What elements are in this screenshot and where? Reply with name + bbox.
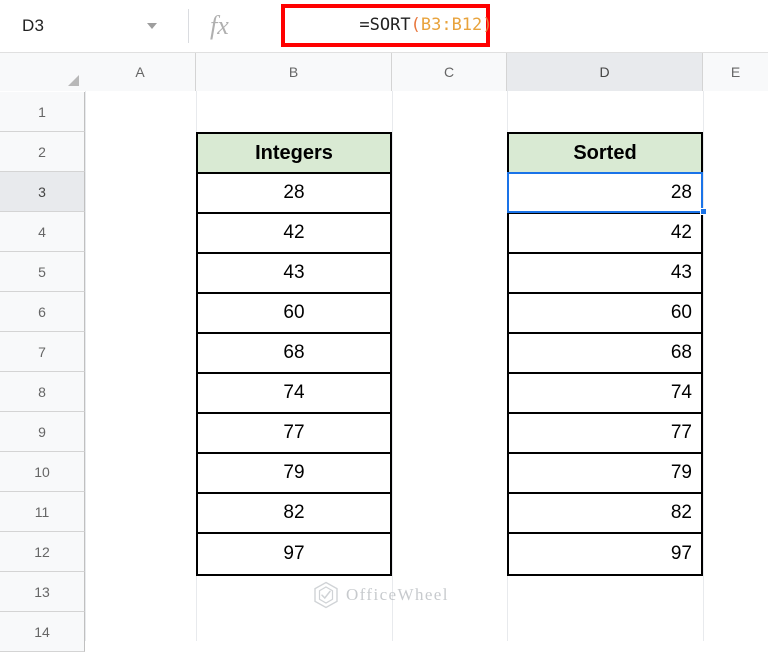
table-row[interactable]: 42	[509, 214, 701, 254]
grid-vline	[703, 91, 704, 641]
name-box[interactable]: D3	[0, 0, 180, 52]
row-header-5[interactable]: 5	[0, 252, 85, 292]
formula-token-range: B3:B12	[420, 15, 483, 35]
column-header-b[interactable]: B	[196, 53, 392, 91]
table-row[interactable]: 82	[509, 494, 701, 534]
table-row[interactable]: 28	[198, 174, 390, 214]
column-header-c[interactable]: C	[392, 53, 507, 91]
table-row[interactable]: 28	[509, 174, 701, 214]
formula-input[interactable]: =SORT(B3:B12)	[298, 0, 493, 51]
table-row[interactable]: 43	[198, 254, 390, 294]
integers-table: Integers 28 42 43 60 68 74 77 79 82 97	[196, 132, 392, 576]
formula-token-open-paren: (	[410, 15, 421, 35]
table-row[interactable]: 77	[198, 414, 390, 454]
select-all-corner[interactable]	[0, 53, 85, 91]
table-row[interactable]: 74	[198, 374, 390, 414]
grid-vline	[85, 91, 86, 641]
chevron-down-icon[interactable]	[147, 23, 157, 29]
formula-bar-divider	[188, 9, 189, 43]
officewheel-hexagon-logo-icon	[314, 581, 338, 609]
table-row[interactable]: 43	[509, 254, 701, 294]
watermark-text: OfficeWheel	[346, 585, 449, 604]
table-row[interactable]: 68	[509, 334, 701, 374]
spreadsheet-grid[interactable]: A B C D E 1 2 3 4 5 6 7 8 9 10 11 12 13 …	[0, 53, 768, 652]
formula-bar: D3 fx =SORT(B3:B12)	[0, 0, 768, 53]
row-header-11[interactable]: 11	[0, 492, 85, 532]
table-row[interactable]: 79	[198, 454, 390, 494]
row-header-14[interactable]: 14	[0, 612, 85, 652]
sorted-table-header: Sorted	[509, 134, 701, 174]
table-row[interactable]: 77	[509, 414, 701, 454]
fx-icon[interactable]: fx	[210, 0, 229, 52]
table-row[interactable]: 74	[509, 374, 701, 414]
integers-table-header: Integers	[198, 134, 390, 174]
table-row[interactable]: 97	[198, 534, 390, 574]
row-header-2[interactable]: 2	[0, 132, 85, 172]
table-row[interactable]: 60	[509, 294, 701, 334]
row-header-4[interactable]: 4	[0, 212, 85, 252]
grid-vline	[392, 91, 393, 641]
formula-token-function: =SORT	[359, 15, 411, 35]
row-header-10[interactable]: 10	[0, 452, 85, 492]
name-box-value: D3	[22, 16, 45, 35]
column-header-d[interactable]: D	[507, 53, 703, 91]
sorted-table: Sorted 28 42 43 60 68 74 77 79 82 97	[507, 132, 703, 576]
row-header-12[interactable]: 12	[0, 532, 85, 572]
column-header-a[interactable]: A	[85, 53, 196, 91]
column-header-row: A B C D E	[0, 53, 768, 91]
table-row[interactable]: 42	[198, 214, 390, 254]
table-row[interactable]: 60	[198, 294, 390, 334]
select-all-corner-icon	[68, 75, 79, 86]
column-header-e[interactable]: E	[703, 53, 768, 91]
row-header-6[interactable]: 6	[0, 292, 85, 332]
table-row[interactable]: 82	[198, 494, 390, 534]
formula-token-close-paren: )	[482, 15, 493, 35]
watermark: OfficeWheel	[313, 581, 449, 609]
table-row[interactable]: 79	[509, 454, 701, 494]
formula-highlight-box: =SORT(B3:B12)	[281, 4, 493, 47]
table-row[interactable]: 97	[509, 534, 701, 574]
table-row[interactable]: 68	[198, 334, 390, 374]
fill-handle-icon[interactable]	[700, 208, 707, 215]
row-header-8[interactable]: 8	[0, 372, 85, 412]
row-header-13[interactable]: 13	[0, 572, 85, 612]
row-header-7[interactable]: 7	[0, 332, 85, 372]
row-header-1[interactable]: 1	[0, 92, 85, 132]
row-header-3[interactable]: 3	[0, 172, 85, 212]
row-header-9[interactable]: 9	[0, 412, 85, 452]
